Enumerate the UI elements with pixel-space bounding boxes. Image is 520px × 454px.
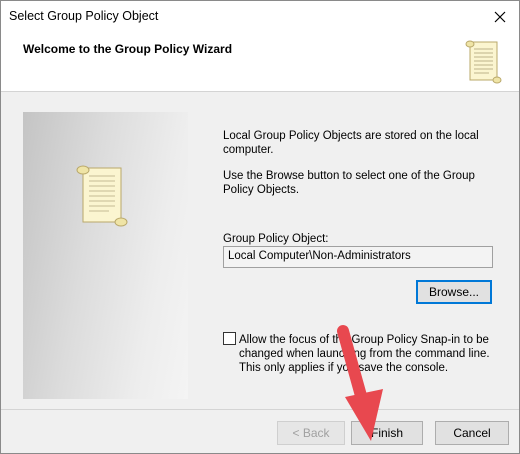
finish-button[interactable]: Finish	[351, 421, 423, 445]
wizard-banner: Welcome to the Group Policy Wizard	[1, 32, 519, 92]
window-title: Select Group Policy Object	[9, 9, 159, 23]
back-button[interactable]: < Back	[277, 421, 345, 445]
banner-title: Welcome to the Group Policy Wizard	[23, 42, 233, 56]
cancel-button[interactable]: Cancel	[435, 421, 509, 445]
gpo-field[interactable]: Local Computer\Non-Administrators	[223, 246, 493, 268]
intro-text: Local Group Policy Objects are stored on…	[223, 130, 479, 156]
close-button[interactable]	[481, 1, 519, 32]
browse-hint-text: Use the Browse button to select one of t…	[223, 170, 475, 196]
gpo-label: Group Policy Object:	[223, 233, 329, 245]
title-bar: Select Group Policy Object	[1, 1, 519, 32]
scroll-icon	[465, 40, 502, 84]
side-graphic-panel	[23, 112, 188, 399]
browse-button[interactable]: Browse...	[416, 280, 492, 304]
allow-focus-checkbox[interactable]	[223, 332, 236, 345]
allow-focus-label: Allow the focus of the Group Policy Snap…	[239, 334, 490, 374]
wizard-dialog: Select Group Policy Object Welcome to th…	[0, 0, 520, 454]
footer-divider	[1, 409, 519, 410]
scroll-icon	[76, 165, 128, 227]
close-icon	[494, 11, 506, 22]
